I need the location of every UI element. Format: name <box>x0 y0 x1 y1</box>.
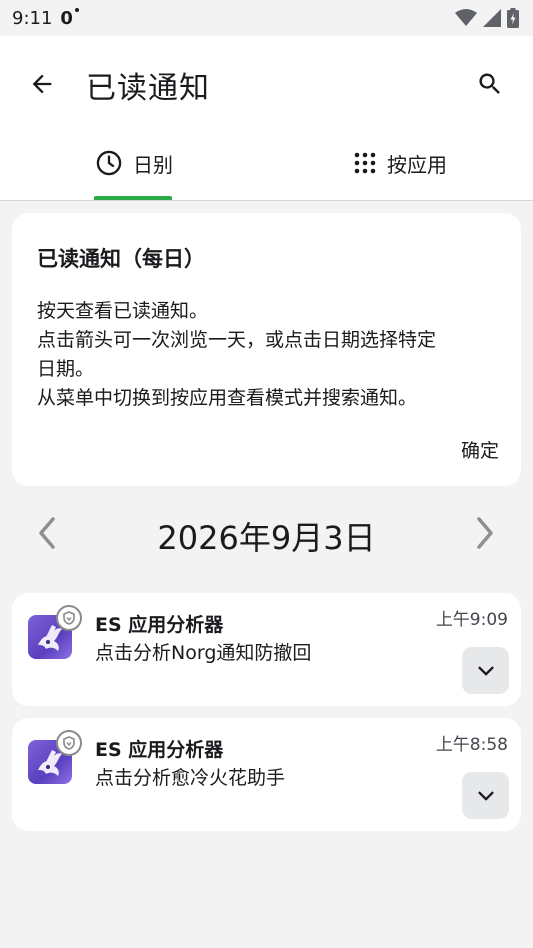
app-icon-wrap <box>28 730 82 786</box>
status-icons <box>455 8 519 28</box>
shield-badge-icon <box>56 605 82 631</box>
date-label[interactable]: 2026年9月3日 <box>0 513 533 559</box>
search-icon <box>479 73 500 94</box>
page-title: 已读通知 <box>86 71 210 106</box>
date-navigator: 2026年9月3日 <box>0 505 533 561</box>
wifi-icon <box>455 9 477 26</box>
app-icon-wrap <box>28 605 82 661</box>
info-card: 已读通知（每日） 按天查看已读通知。 点击箭头可一次浏览一天，或点击日期选择特定… <box>12 213 521 486</box>
tab-daily[interactable]: 日别 <box>95 128 173 198</box>
expand-button[interactable] <box>462 647 509 694</box>
tab-bar: 日别 按应用 <box>0 130 533 201</box>
chevron-down-icon <box>477 666 494 675</box>
info-card-body: 按天查看已读通知。 点击箭头可一次浏览一天，或点击日期选择特定 日期。 从菜单中… <box>37 297 507 413</box>
arrow-left-icon <box>32 74 52 94</box>
tab-by-app-label: 按应用 <box>387 152 447 177</box>
notification-app-name: ES 应用分析器 <box>95 614 224 636</box>
info-line: 日期。 <box>37 358 95 380</box>
signal-icon <box>483 9 501 27</box>
clock-icon <box>96 150 122 176</box>
ok-button[interactable]: 确定 <box>461 436 499 463</box>
battery-icon <box>507 8 519 28</box>
shield-icon <box>63 736 75 750</box>
info-line: 从菜单中切换到按应用查看模式并搜索通知。 <box>37 387 418 409</box>
notification-time: 上午8:58 <box>435 735 508 755</box>
notification-text: 点击分析Norg通知防撤回 <box>95 642 312 664</box>
tab-daily-label: 日别 <box>133 152 173 177</box>
tab-by-app[interactable]: 按应用 <box>353 128 447 198</box>
shield-icon <box>63 611 75 625</box>
app-bar: 已读通知 <box>0 36 533 130</box>
chevron-down-icon <box>477 791 494 800</box>
chevron-right-icon <box>477 517 493 549</box>
grid-icon <box>354 152 376 174</box>
notification-text: 点击分析愈冷火花助手 <box>95 767 286 789</box>
status-left: 9:11 0 <box>12 7 79 29</box>
notification-app-name: ES 应用分析器 <box>95 739 224 761</box>
tab-selected-indicator <box>94 196 172 200</box>
info-line: 点击箭头可一次浏览一天，或点击日期选择特定 <box>37 329 437 351</box>
notification-item[interactable]: ES 应用分析器 点击分析Norg通知防撤回 上午9:09 <box>12 593 521 706</box>
shield-badge-icon <box>56 730 82 756</box>
notification-item[interactable]: ES 应用分析器 点击分析愈冷火花助手 上午8:58 <box>12 718 521 831</box>
status-bar: 9:11 0 <box>0 0 533 36</box>
info-card-title: 已读通知（每日） <box>37 247 205 271</box>
expand-button[interactable] <box>462 772 509 819</box>
status-time: 9:11 <box>12 7 53 29</box>
notification-time: 上午9:09 <box>435 610 508 630</box>
search-button[interactable] <box>470 66 510 102</box>
info-line: 按天查看已读通知。 <box>37 300 209 322</box>
status-indicator: 0 <box>60 7 79 29</box>
back-button[interactable] <box>22 66 62 102</box>
next-day-button[interactable] <box>468 513 502 553</box>
